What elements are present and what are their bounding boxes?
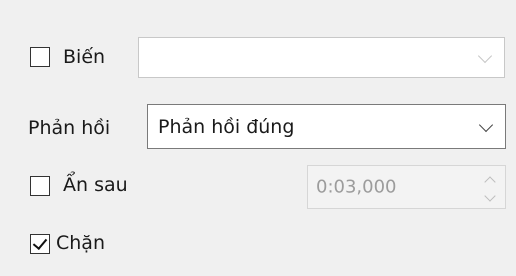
variable-checkbox[interactable]: [30, 47, 50, 67]
feedback-dropdown-value: Phản hồi đúng: [158, 115, 295, 138]
chevron-down-icon: [477, 48, 493, 63]
feedback-label: Phản hồi: [28, 117, 111, 139]
feedback-settings-panel: Biến Phản hồi Phản hồi đúng Ẩn sau 0:03,…: [0, 0, 516, 276]
spin-up-icon[interactable]: [484, 176, 496, 188]
feedback-dropdown[interactable]: Phản hồi đúng: [147, 104, 506, 149]
hide-after-time-value: 0:03,000: [316, 176, 397, 198]
hide-after-label: Ẩn sau: [63, 174, 128, 196]
chevron-down-icon: [478, 117, 494, 132]
variable-label: Biến: [63, 46, 106, 68]
hide-after-time-spinner[interactable]: 0:03,000: [307, 165, 506, 209]
variable-dropdown[interactable]: [138, 37, 505, 78]
hide-after-checkbox[interactable]: [30, 176, 50, 196]
spin-down-icon[interactable]: [484, 190, 496, 202]
block-checkbox[interactable]: [30, 234, 50, 254]
block-label: Chặn: [56, 232, 105, 254]
